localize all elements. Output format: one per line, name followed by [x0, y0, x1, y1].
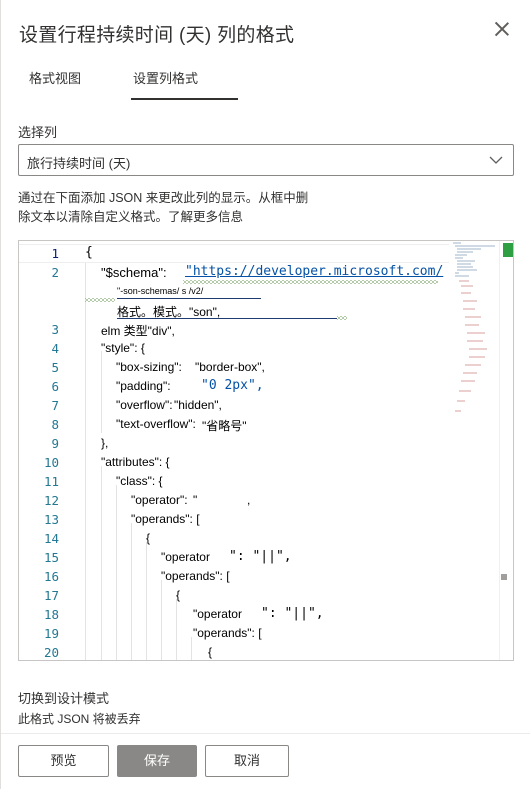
code-line: elm 类型"div",	[101, 324, 175, 338]
code-line-wrap: "-son-schemas/ s /v2/	[117, 286, 204, 296]
indent-guide	[191, 637, 192, 660]
indent-guide	[116, 485, 117, 660]
cancel-button[interactable]: 取消	[205, 745, 289, 777]
indent-guide	[176, 599, 177, 660]
code-line: "operands": [	[161, 569, 230, 583]
tab-bar: 格式视图 设置列格式	[1, 60, 530, 102]
code-line: "class": {	[116, 474, 163, 488]
code-line: "style": {	[101, 341, 145, 355]
line-number: 5	[51, 360, 59, 375]
line-number: 18	[43, 607, 59, 622]
indent-guide	[131, 523, 132, 660]
code-line: "operands": [	[131, 512, 200, 526]
indent-guide	[85, 263, 86, 660]
panel-title: 设置行程持续时间 (天) 列的格式	[19, 25, 295, 46]
line-number: 7	[51, 398, 59, 413]
code-line-value: ": "||",	[229, 549, 292, 564]
code-line: {	[208, 645, 213, 659]
link-underline	[117, 298, 261, 299]
line-number: 1	[51, 246, 59, 261]
preview-button[interactable]: 预览	[18, 745, 109, 777]
editor-scroll-marker	[501, 574, 507, 580]
editor-scrollbar-thumb[interactable]	[503, 243, 513, 257]
line-number: 4	[51, 341, 59, 356]
description-text: 通过在下面添加 JSON 来更改此列的显示。从框中删 除文本以清除自定义格式。了…	[18, 189, 328, 227]
indent-guide	[161, 580, 162, 660]
chevron-down-icon	[489, 156, 503, 164]
code-line: {	[146, 531, 151, 545]
line-number: 20	[43, 645, 59, 660]
code-line: {	[176, 588, 181, 602]
line-number: 11	[43, 474, 59, 489]
code-line-key: "overflow":	[116, 398, 173, 412]
editor-gutter: 1 2 3 4 5 6 7 8 9 10 11 12 13 14 15 16 1…	[19, 241, 81, 660]
description-line-1: 通过在下面添加 JSON 来更改此列的显示。从框中删	[18, 191, 309, 205]
line-number: 13	[43, 512, 59, 527]
code-line-key: "operator	[193, 607, 242, 621]
current-line-highlight	[19, 244, 449, 263]
tab-format-view[interactable]: 格式视图	[29, 68, 81, 87]
close-icon[interactable]	[491, 18, 513, 40]
line-number: 2	[51, 265, 59, 280]
design-mode-note: 此格式 JSON 将被丢弃	[18, 712, 141, 726]
line-number: 6	[51, 379, 59, 394]
schema-url-link[interactable]: "https://developer.microsoft.com/	[185, 264, 443, 279]
line-number: 14	[43, 531, 59, 546]
code-line: "attributes": {	[101, 455, 170, 469]
line-number: 9	[51, 436, 59, 451]
code-line-key: "text-overflow":	[116, 417, 196, 431]
line-number: 15	[43, 550, 59, 565]
warning-squiggle	[337, 316, 347, 320]
line-number: 3	[51, 322, 59, 337]
format-column-panel: 设置行程持续时间 (天) 列的格式 格式视图 设置列格式 选择列 旅行持续时间 …	[0, 0, 530, 789]
footer-divider	[1, 733, 530, 734]
indent-guide	[146, 542, 147, 660]
code-line-value: ": "||",	[261, 606, 324, 621]
select-column-label: 选择列	[18, 125, 58, 140]
indent-guide	[101, 351, 102, 433]
json-code-editor[interactable]: 1 2 3 4 5 6 7 8 9 10 11 12 13 14 15 16 1…	[18, 240, 514, 661]
save-button[interactable]: 保存	[117, 745, 197, 777]
tab-format-column[interactable]: 设置列格式	[133, 68, 198, 87]
line-number: 12	[43, 493, 59, 508]
indent-guide	[101, 466, 102, 660]
code-line: {	[85, 245, 93, 260]
warning-squiggle	[183, 280, 438, 284]
select-column-dropdown[interactable]: 旅行持续时间 (天)	[18, 144, 514, 176]
code-line-key: "padding":	[116, 379, 171, 393]
code-line: },	[101, 436, 109, 450]
code-line-punct: ,	[247, 493, 251, 507]
select-column-value: 旅行持续时间 (天)	[27, 156, 131, 171]
code-line-value: "border-box",	[195, 360, 265, 374]
code-line-key: "box-sizing":	[116, 360, 182, 374]
code-line-key: "operator":	[131, 493, 188, 507]
code-line: "operands": [	[193, 626, 262, 640]
code-line-value: "	[193, 493, 198, 507]
line-number: 8	[51, 417, 59, 432]
code-line-value: "省略号"	[202, 419, 247, 433]
link-underline	[117, 318, 337, 319]
code-line-value: "hidden",	[174, 398, 222, 412]
active-tab-indicator	[131, 98, 238, 100]
description-line-2: 除文本以清除自定义格式。了解更多信息	[18, 210, 244, 224]
warning-squiggle	[85, 298, 115, 302]
code-line-value: "0 2px",	[201, 378, 264, 393]
line-number: 16	[43, 569, 59, 584]
editor-minimap[interactable]	[451, 241, 509, 431]
line-number: 19	[43, 626, 59, 641]
code-line-key: "$schema":	[101, 265, 167, 280]
code-line-key: "operator	[161, 550, 210, 564]
line-number: 10	[43, 455, 59, 470]
design-mode-link[interactable]: 切换到设计模式	[18, 688, 109, 707]
line-number: 17	[43, 588, 59, 603]
